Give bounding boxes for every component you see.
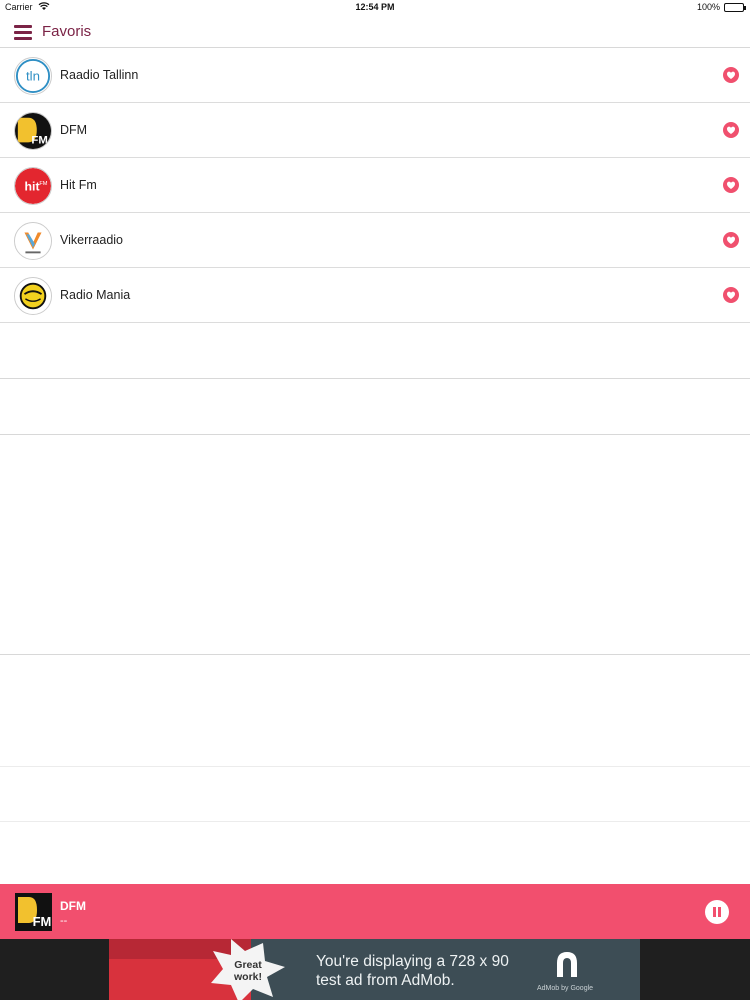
station-name: Raadio Tallinn bbox=[60, 68, 139, 82]
tln-logo-icon: tln bbox=[14, 57, 52, 95]
dfm-logo-icon: FM bbox=[15, 893, 52, 931]
ad-creative[interactable]: Great work! You're displaying a 728 x 90… bbox=[109, 939, 640, 1000]
now-playing-bar[interactable]: FM DFM -- bbox=[0, 884, 750, 939]
svg-text:FM: FM bbox=[39, 181, 47, 187]
svg-text:hit: hit bbox=[25, 180, 40, 194]
station-row-hit-fm[interactable]: hit FM Hit Fm bbox=[0, 158, 750, 213]
svg-text:tln: tln bbox=[26, 69, 40, 84]
now-playing-subtitle: -- bbox=[60, 915, 68, 927]
station-name: Vikerraadio bbox=[60, 233, 124, 247]
nav-bar: Favoris bbox=[0, 16, 750, 48]
station-row-dfm[interactable]: FM DFM bbox=[0, 103, 750, 158]
empty-row-separator bbox=[0, 766, 750, 767]
heart-icon[interactable] bbox=[723, 177, 739, 193]
svg-text:FM: FM bbox=[31, 134, 47, 146]
hitfm-logo-icon: hit FM bbox=[14, 167, 52, 205]
page-title: Favoris bbox=[42, 23, 92, 40]
hamburger-menu-icon[interactable] bbox=[14, 25, 32, 40]
heart-icon[interactable] bbox=[723, 67, 739, 83]
now-playing-title: DFM bbox=[60, 899, 86, 913]
empty-row-separator bbox=[0, 378, 750, 379]
vikerraadio-logo-icon bbox=[14, 222, 52, 260]
heart-icon[interactable] bbox=[723, 232, 739, 248]
station-row-radio-mania[interactable]: Radio Mania bbox=[0, 268, 750, 323]
admob-logo-icon bbox=[557, 952, 577, 977]
ad-line-2: test ad from AdMob. bbox=[316, 972, 455, 989]
station-row-vikerraadio[interactable]: Vikerraadio bbox=[0, 213, 750, 268]
empty-row-separator bbox=[0, 821, 750, 822]
battery-icon bbox=[724, 3, 746, 12]
pause-icon[interactable] bbox=[705, 900, 729, 924]
station-name: DFM bbox=[60, 123, 88, 137]
station-row-raadio-tallinn[interactable]: tln Raadio Tallinn bbox=[0, 48, 750, 103]
clock: 12:54 PM bbox=[355, 2, 395, 12]
dfm-logo-icon: FM bbox=[14, 112, 52, 150]
station-name: Hit Fm bbox=[60, 178, 97, 192]
empty-row-separator bbox=[0, 654, 750, 655]
favorites-list: tln Raadio Tallinn FM DFM hit FM Hit Fm V… bbox=[0, 48, 750, 323]
station-name: Radio Mania bbox=[60, 288, 131, 302]
heart-icon[interactable] bbox=[723, 122, 739, 138]
heart-icon[interactable] bbox=[723, 287, 739, 303]
battery-percent: 100% bbox=[696, 2, 720, 12]
empty-row-separator bbox=[0, 434, 750, 435]
ad-headline: You're displaying a 728 x 90 test ad fro… bbox=[316, 952, 509, 990]
ad-credit: AdMob by Google bbox=[537, 985, 594, 992]
status-bar: Carrier 12:54 PM 100% bbox=[0, 0, 750, 16]
ad-line-1: You're displaying a 728 x 90 bbox=[316, 953, 509, 970]
radiomania-logo-icon bbox=[14, 277, 52, 315]
ad-badge-text: Great work! bbox=[233, 959, 262, 983]
svg-text:FM: FM bbox=[33, 914, 52, 929]
ad-banner[interactable]: Great work! You're displaying a 728 x 90… bbox=[0, 939, 750, 1000]
